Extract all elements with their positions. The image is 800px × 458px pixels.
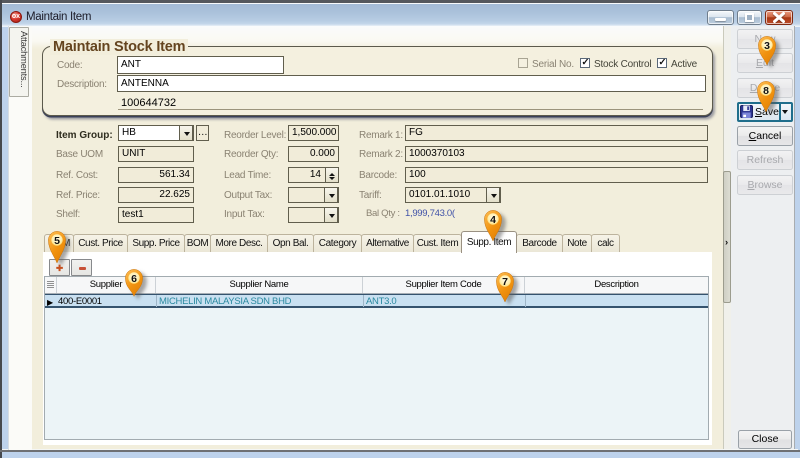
svg-text:5: 5 <box>54 235 60 247</box>
svg-text:6: 6 <box>131 273 137 284</box>
svg-text:4: 4 <box>490 213 496 225</box>
svg-text:7: 7 <box>502 276 508 288</box>
svg-text:8: 8 <box>763 85 769 97</box>
svg-text:3: 3 <box>764 39 770 51</box>
